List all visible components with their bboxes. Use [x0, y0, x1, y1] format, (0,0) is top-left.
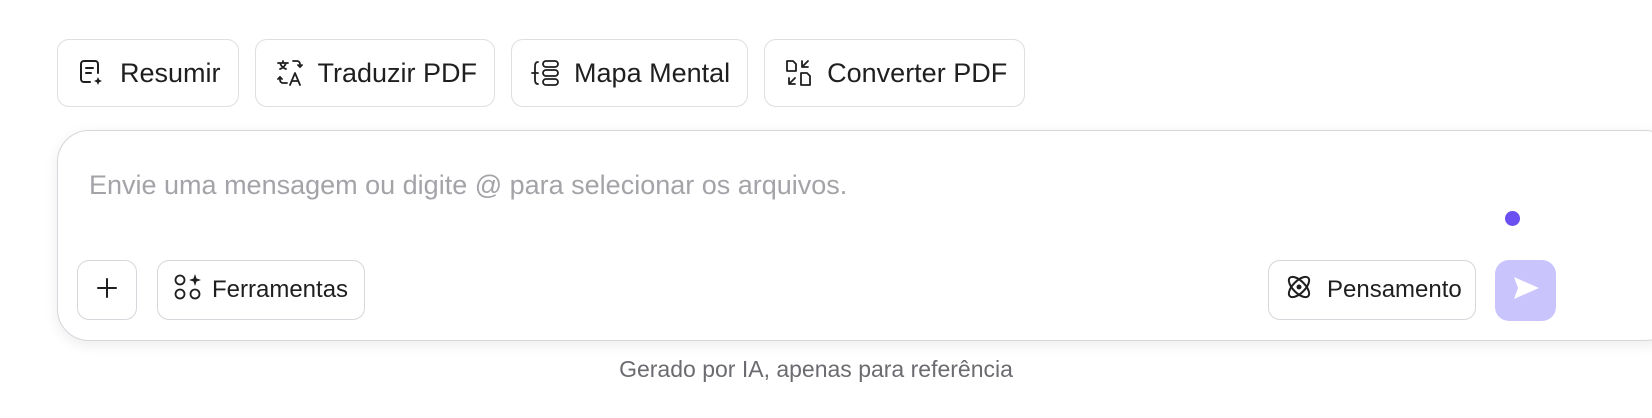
translate-pdf-button[interactable]: Traduzir PDF	[254, 39, 496, 107]
mind-map-icon	[530, 57, 562, 89]
convert-icon	[783, 57, 815, 89]
status-dot	[1505, 211, 1520, 226]
tools-icon	[172, 271, 204, 310]
convert-pdf-label: Converter PDF	[827, 57, 1008, 88]
thinking-toggle[interactable]: Pensamento	[1268, 260, 1476, 320]
atom-icon	[1283, 271, 1315, 310]
mind-map-label: Mapa Mental	[574, 57, 731, 88]
plus-icon	[95, 276, 119, 305]
tools-label: Ferramentas	[212, 276, 349, 303]
convert-pdf-button[interactable]: Converter PDF	[764, 39, 1026, 107]
translate-pdf-label: Traduzir PDF	[317, 57, 478, 88]
translate-icon	[274, 57, 306, 89]
summarize-label: Resumir	[120, 57, 221, 88]
message-input[interactable]	[89, 165, 1469, 205]
mind-map-button[interactable]: Mapa Mental	[511, 39, 749, 107]
summarize-button[interactable]: Resumir	[57, 39, 239, 107]
add-attachment-button[interactable]	[77, 260, 137, 320]
quick-actions-bar: Resumir Traduzir PDF Mapa Mental Convert…	[57, 39, 1026, 107]
send-icon	[1511, 273, 1541, 308]
send-button[interactable]	[1495, 260, 1556, 321]
message-composer: Ferramentas Pensamento	[57, 130, 1652, 341]
summarize-icon	[76, 57, 108, 89]
ai-disclaimer: Gerado por IA, apenas para referência	[619, 356, 1013, 382]
thinking-label: Pensamento	[1327, 276, 1462, 303]
tools-button[interactable]: Ferramentas	[157, 260, 366, 320]
